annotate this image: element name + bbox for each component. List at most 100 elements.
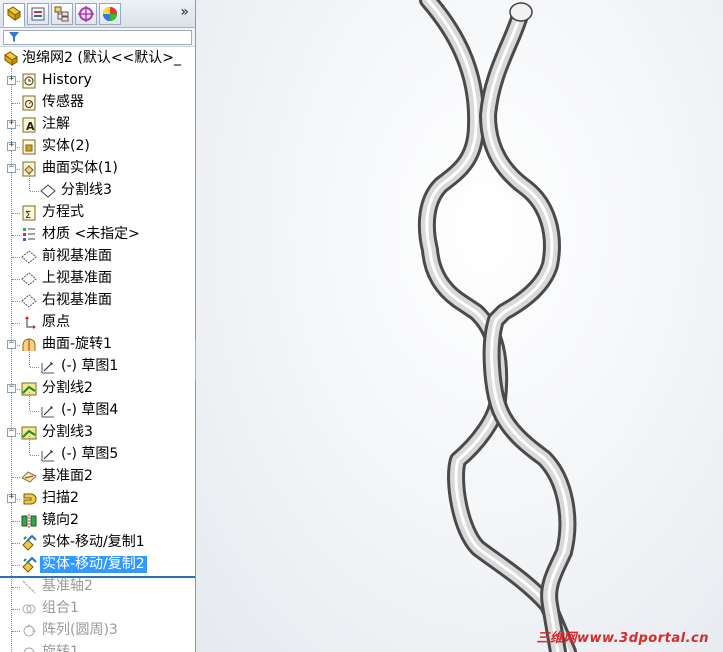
collapse-button[interactable]: − — [7, 382, 16, 393]
tree-connector — [12, 323, 20, 324]
tree-item-revolve[interactable]: 旋转1 — [0, 642, 195, 652]
sketch-icon — [40, 359, 56, 375]
tree-item-ref-plane[interactable]: 基准面2 — [0, 466, 195, 488]
tab-dimxpert-manager[interactable] — [75, 3, 97, 25]
revolve-icon — [21, 645, 37, 652]
tree-item-label: (-) 草图1 — [61, 358, 119, 374]
tree-item-label: 右视基准面 — [42, 292, 112, 308]
tree-item-material[interactable]: 材质 <未指定> — [0, 224, 195, 246]
tree-item-label: 扫描2 — [42, 490, 79, 506]
plane-icon — [21, 293, 37, 309]
watermark-text: 三维网www.3dportal.cn — [536, 631, 709, 646]
tree-connector — [30, 191, 39, 192]
expand-button[interactable]: + — [7, 74, 16, 85]
filter-bar — [0, 28, 195, 47]
sketch-icon — [40, 403, 56, 419]
tree-connector — [12, 257, 20, 258]
tree-child-line — [29, 172, 30, 191]
tree-child-line — [29, 348, 30, 367]
tree-item-label: 分割线3 — [61, 182, 112, 198]
tree-item-label: 阵列(圆周)3 — [42, 622, 118, 638]
expander-glyph: + — [8, 74, 15, 84]
tree-connector — [12, 543, 20, 544]
expander-glyph: − — [8, 162, 15, 172]
tree-item-plane[interactable]: 上视基准面 — [0, 268, 195, 290]
expand-button[interactable]: + — [7, 492, 16, 503]
tree-connector — [12, 609, 20, 610]
sweep-icon — [21, 491, 37, 507]
tree-connector — [12, 521, 20, 522]
collapse-button[interactable]: − — [7, 426, 16, 437]
tree-connector — [12, 301, 20, 302]
expand-button[interactable]: + — [7, 140, 16, 151]
tree-item-sketch[interactable]: (-) 草图1 — [0, 348, 195, 378]
tree-item-move-copy[interactable]: 实体-移动/复制1 — [0, 532, 195, 554]
tree-item-sensor[interactable]: 传感器 — [0, 92, 195, 114]
expander-glyph: − — [8, 382, 15, 392]
graphics-viewport[interactable]: 三维网www.3dportal.cn — [196, 0, 723, 652]
tree-item-annotation[interactable]: + A 注解 — [0, 114, 195, 136]
tree-item-plane[interactable]: 右视基准面 — [0, 290, 195, 312]
foam-net-3d-model — [417, 0, 577, 652]
filter-icon — [9, 32, 19, 42]
tree-connector — [12, 477, 20, 478]
expand-button[interactable]: + — [7, 118, 16, 129]
mirror-icon — [21, 513, 37, 529]
feature-manager-icon — [7, 6, 21, 21]
svg-text:A: A — [26, 120, 35, 133]
tree-item-label: 镜向2 — [42, 512, 79, 528]
tree-item-label: 旋转1 — [42, 644, 79, 652]
tab-display-manager[interactable] — [99, 3, 121, 25]
tree-item-label: 基准面2 — [42, 468, 93, 484]
tree-item-label: 方程式 — [42, 204, 84, 220]
tree-item-solid-bodies[interactable]: + 实体(2) — [0, 136, 195, 158]
tree-item-combine[interactable]: 组合1 — [0, 598, 195, 620]
tree-connector — [12, 565, 20, 566]
move-copy-icon — [21, 556, 37, 573]
tree-item-origin[interactable]: 原点 — [0, 312, 195, 334]
filter-input[interactable] — [3, 30, 192, 45]
tree-connector — [12, 631, 20, 632]
expander-glyph: + — [8, 492, 15, 502]
tree-item-sketch[interactable]: (-) 草图5 — [0, 436, 195, 466]
display-manager-icon — [103, 7, 117, 21]
tree-item-split-line-surface[interactable]: 分割线3 — [0, 172, 195, 202]
tree-connector — [30, 455, 39, 456]
tree-item-equation[interactable]: Σ 方程式 — [0, 202, 195, 224]
tree-root-label: 泡绵网2 (默认<<默认>_ — [22, 50, 182, 66]
more-tabs-button[interactable]: » — [180, 4, 189, 20]
tree-connector — [12, 235, 20, 236]
collapse-button[interactable]: − — [7, 162, 16, 173]
collapse-button[interactable]: − — [7, 338, 16, 349]
tab-configuration-manager[interactable] — [51, 3, 73, 25]
feature-manager-panel: » 泡绵网2 (默认<<默认>_ + History 传感器 + A 注解 + 实体(2) − 曲面… — [0, 0, 196, 652]
split-line-surface-icon — [40, 183, 56, 199]
tree-item-axis[interactable]: 基准轴2 — [0, 576, 195, 598]
tree-item-label: 曲面-旋转1 — [42, 336, 112, 352]
property-manager-icon — [31, 7, 45, 21]
tree-item-circular-pattern[interactable]: 阵列(圆周)3 — [0, 620, 195, 642]
tree-connector — [30, 411, 39, 412]
tree-item-label: 实体-移动/复制1 — [42, 534, 145, 550]
tree-item-history[interactable]: + History — [0, 70, 195, 92]
tree-item-move-copy[interactable]: 实体-移动/复制2 — [0, 554, 195, 576]
tree-item-sweep[interactable]: + 扫描2 — [0, 488, 195, 510]
expander-glyph: − — [8, 338, 15, 348]
tree-item-label: 材质 <未指定> — [42, 226, 140, 242]
plane-icon — [21, 249, 37, 265]
tree-item-label: 组合1 — [42, 600, 79, 616]
tree-root[interactable]: 泡绵网2 (默认<<默认>_ — [0, 48, 195, 70]
tree-connector — [12, 587, 20, 588]
tree-connector — [30, 367, 39, 368]
tree-item-mirror[interactable]: 镜向2 — [0, 510, 195, 532]
tab-property-manager[interactable] — [27, 3, 49, 25]
tab-feature-manager[interactable] — [3, 3, 25, 27]
tree-item-label: 原点 — [42, 314, 70, 330]
tree-connector — [12, 213, 20, 214]
tree-item-label: 曲面实体(1) — [42, 160, 118, 176]
svg-text:Σ: Σ — [25, 210, 31, 221]
tree-item-plane[interactable]: 前视基准面 — [0, 246, 195, 268]
rollback-bar[interactable] — [0, 576, 195, 578]
tree-item-label: 注解 — [42, 116, 70, 132]
tree-item-sketch[interactable]: (-) 草图4 — [0, 392, 195, 422]
